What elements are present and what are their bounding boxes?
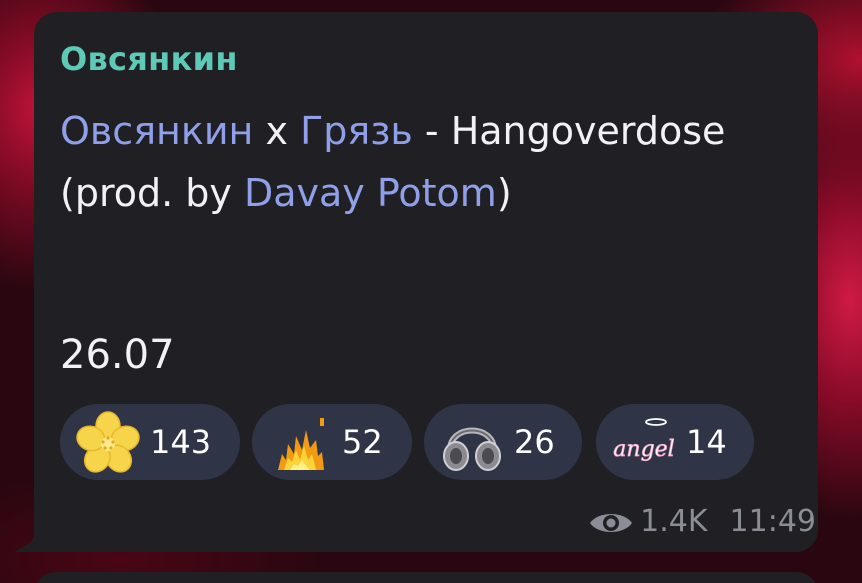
- angel-text-icon: angel: [613, 418, 675, 462]
- reaction-angel[interactable]: angel 14: [596, 404, 754, 480]
- next-message-bubble[interactable]: [34, 572, 818, 583]
- release-date: 26.07: [60, 332, 175, 378]
- message-text: Овсянкин x Грязь - Hangoverdose (prod. b…: [60, 100, 800, 224]
- message-time: 11:49: [729, 504, 816, 539]
- reaction-fire[interactable]: 52: [252, 404, 412, 480]
- message-text-part: ): [496, 171, 512, 215]
- reaction-count: 26: [514, 423, 555, 461]
- fire-icon: [278, 418, 324, 470]
- view-count: 1.4K: [640, 504, 708, 539]
- eye-icon: [590, 513, 633, 532]
- sender-name[interactable]: Овсянкин: [60, 40, 238, 78]
- angel-text: angel: [613, 437, 674, 462]
- reaction-count: 52: [342, 423, 383, 461]
- artist-link-ovsyankin[interactable]: Овсянкин: [60, 109, 253, 153]
- reaction-count: 14: [686, 423, 727, 461]
- reaction-count: 143: [150, 423, 212, 461]
- artist-link-gryaz[interactable]: Грязь: [300, 109, 413, 153]
- sakura-flower-icon: [76, 411, 140, 473]
- headphones-icon: [443, 427, 501, 471]
- message-text-part: x: [253, 109, 301, 153]
- reaction-headphones[interactable]: 26: [424, 404, 582, 480]
- message-meta: 1.4K 11:49: [588, 500, 816, 544]
- reaction-sakura[interactable]: 143: [60, 404, 240, 480]
- producer-link-davay-potom[interactable]: Davay Potom: [244, 171, 497, 215]
